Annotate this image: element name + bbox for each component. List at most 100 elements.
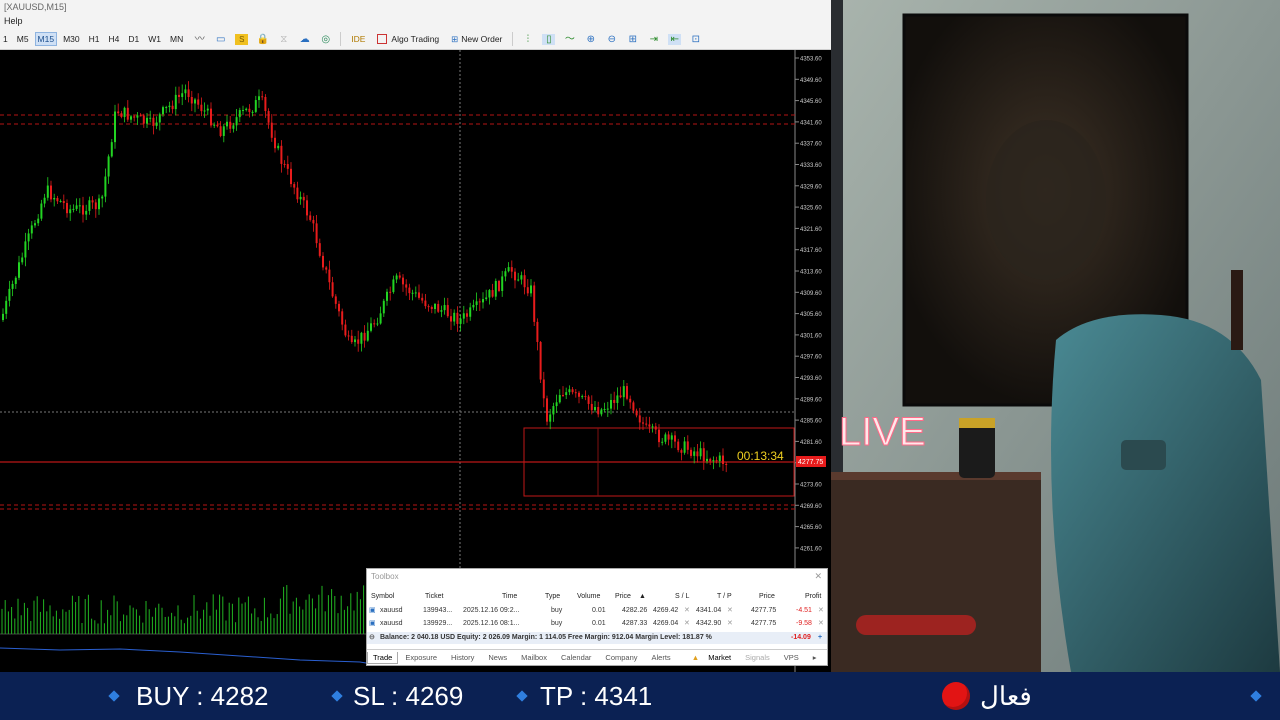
menu-item-help[interactable]: Help [4, 16, 23, 26]
remove-sl-icon[interactable]: ✕ [684, 617, 690, 630]
timeframe-m30[interactable]: M30 [60, 32, 83, 46]
toolbar: 1 M5 M15 M30 H1 H4 D1 W1 MN 〰 ▭ S 🔒 ⧖ ☁ … [0, 29, 831, 50]
lock-icon[interactable]: 🔒 [256, 34, 269, 45]
candle-body [251, 111, 254, 113]
tab-market[interactable]: ▲ Market [678, 653, 738, 662]
candlestick-icon[interactable]: ▯ [542, 33, 556, 45]
col-tp[interactable]: T / P [717, 590, 732, 603]
table-row[interactable]: ▣ xauusd 139929... 2025.12.16 08:1... bu… [367, 617, 827, 630]
chart-shift-icon[interactable]: ⇤ [668, 33, 682, 45]
cell-sl[interactable]: 4269.04 [653, 617, 678, 630]
candle-body [478, 301, 481, 303]
candle-body [229, 121, 232, 129]
tile-windows-icon[interactable]: ⊞ [626, 34, 639, 45]
timeframe-d1[interactable]: D1 [125, 32, 142, 46]
candle-body [507, 267, 510, 272]
tab-alerts[interactable]: Alerts [645, 653, 678, 662]
zoom-in-icon[interactable]: ⊕ [584, 34, 597, 45]
ide-button[interactable]: IDE [351, 34, 365, 44]
price-chart[interactable]: 4353.60 4349.60 4345.60 4341.60 4337.60 4333.… [0, 50, 831, 672]
remove-tp-icon[interactable]: ✕ [727, 617, 733, 630]
close-position-icon[interactable]: ✕ [818, 604, 824, 617]
new-order-button[interactable]: ⊞ New Order [451, 34, 502, 45]
tab-history[interactable]: History [444, 653, 481, 662]
col-volume[interactable]: Volume [577, 590, 600, 603]
close-icon[interactable]: ✕ [814, 571, 822, 582]
candle-body [402, 277, 404, 285]
line-chart-icon[interactable]: 〜 [563, 34, 576, 45]
algo-trading-button[interactable]: Algo Trading [377, 34, 439, 44]
close-position-icon[interactable]: ✕ [818, 617, 824, 630]
candle-body [248, 108, 251, 113]
timeframe-h4[interactable]: H4 [106, 32, 123, 46]
candle-body [565, 392, 568, 396]
tab-signals[interactable]: Signals [738, 653, 777, 662]
timeframe-1[interactable]: 1 [0, 32, 11, 46]
timeframe-w1[interactable]: W1 [145, 32, 164, 46]
tab-calendar[interactable]: Calendar [554, 653, 598, 662]
candle-body [155, 122, 158, 126]
candle-body [325, 267, 328, 270]
col-sl[interactable]: S / L [675, 590, 689, 603]
candle-body [40, 203, 43, 219]
col-symbol[interactable]: Symbol [371, 590, 394, 603]
globe-icon[interactable]: ◎ [319, 34, 332, 45]
tab-vps[interactable]: VPS [777, 653, 806, 662]
candle-body [280, 145, 283, 164]
candle-body [667, 434, 670, 440]
templates-icon[interactable]: ▭ [214, 34, 227, 45]
scripts-icon[interactable]: S [235, 33, 249, 45]
col-profit[interactable]: Profit [805, 590, 821, 603]
timeframe-m5[interactable]: M5 [14, 32, 32, 46]
candle-body [344, 324, 347, 336]
cloud-icon[interactable]: ☁ [298, 34, 311, 45]
timeframe-h1[interactable]: H1 [86, 32, 103, 46]
cell-profit: -4.51 [796, 607, 812, 614]
indicators-icon[interactable]: 〰 [193, 34, 206, 45]
cell-tp[interactable]: 4341.04 [696, 604, 721, 617]
screenshot-icon[interactable]: ⊡ [689, 34, 702, 45]
timeframe-mn[interactable]: MN [167, 32, 186, 46]
tab-mailbox[interactable]: Mailbox [514, 653, 554, 662]
tab-news[interactable]: News [481, 653, 514, 662]
zoom-out-icon[interactable]: ⊖ [605, 34, 618, 45]
table-row[interactable]: ▣ xauusd 139943... 2025.12.16 09:2... bu… [367, 604, 827, 617]
autoscroll-icon[interactable]: ⇥ [647, 34, 660, 45]
collapse-icon[interactable]: ⊖ [369, 632, 375, 644]
candle-body [82, 205, 84, 215]
candle-body [584, 396, 587, 398]
col-cur-price[interactable]: Price [759, 590, 775, 603]
tab-exposure[interactable]: Exposure [398, 653, 444, 662]
tabs-scroll-right-icon[interactable]: ▸ [806, 653, 824, 662]
tab-trade[interactable]: Trade [367, 651, 399, 664]
price-tick-label: 4285.60 [800, 419, 822, 425]
add-icon[interactable]: + [818, 632, 822, 644]
cell-sl[interactable]: 4269.42 [653, 604, 678, 617]
candle-body [693, 451, 696, 456]
col-type[interactable]: Type [545, 590, 560, 603]
candle-body [11, 283, 14, 289]
remove-sl-icon[interactable]: ✕ [684, 604, 690, 617]
cell-ticket: 139929... [423, 620, 453, 627]
price-tick-label: 4337.60 [800, 142, 822, 148]
candle-body [427, 306, 430, 308]
grid-icon[interactable]: ⧖ [277, 34, 290, 45]
candle-body [376, 323, 379, 325]
candle-body [389, 291, 392, 293]
candle-body [334, 296, 337, 304]
price-tick-label: 4353.60 [800, 57, 822, 63]
price-tick-label: 4317.60 [800, 248, 822, 254]
candle-body [706, 458, 708, 462]
col-time[interactable]: Time [502, 590, 517, 603]
market-bag-icon: ▲ [691, 653, 700, 662]
tab-company[interactable]: Company [598, 653, 644, 662]
timeframe-m15[interactable]: M15 [34, 32, 58, 46]
col-ticket[interactable]: Ticket [425, 590, 443, 603]
candle-body [574, 392, 577, 394]
col-price[interactable]: Price [615, 590, 631, 603]
candle-body [98, 198, 100, 210]
remove-tp-icon[interactable]: ✕ [727, 604, 733, 617]
bar-chart-icon[interactable]: ⫶ [521, 34, 534, 45]
cell-tp[interactable]: 4342.90 [696, 617, 721, 630]
diamond-icon [331, 690, 343, 702]
